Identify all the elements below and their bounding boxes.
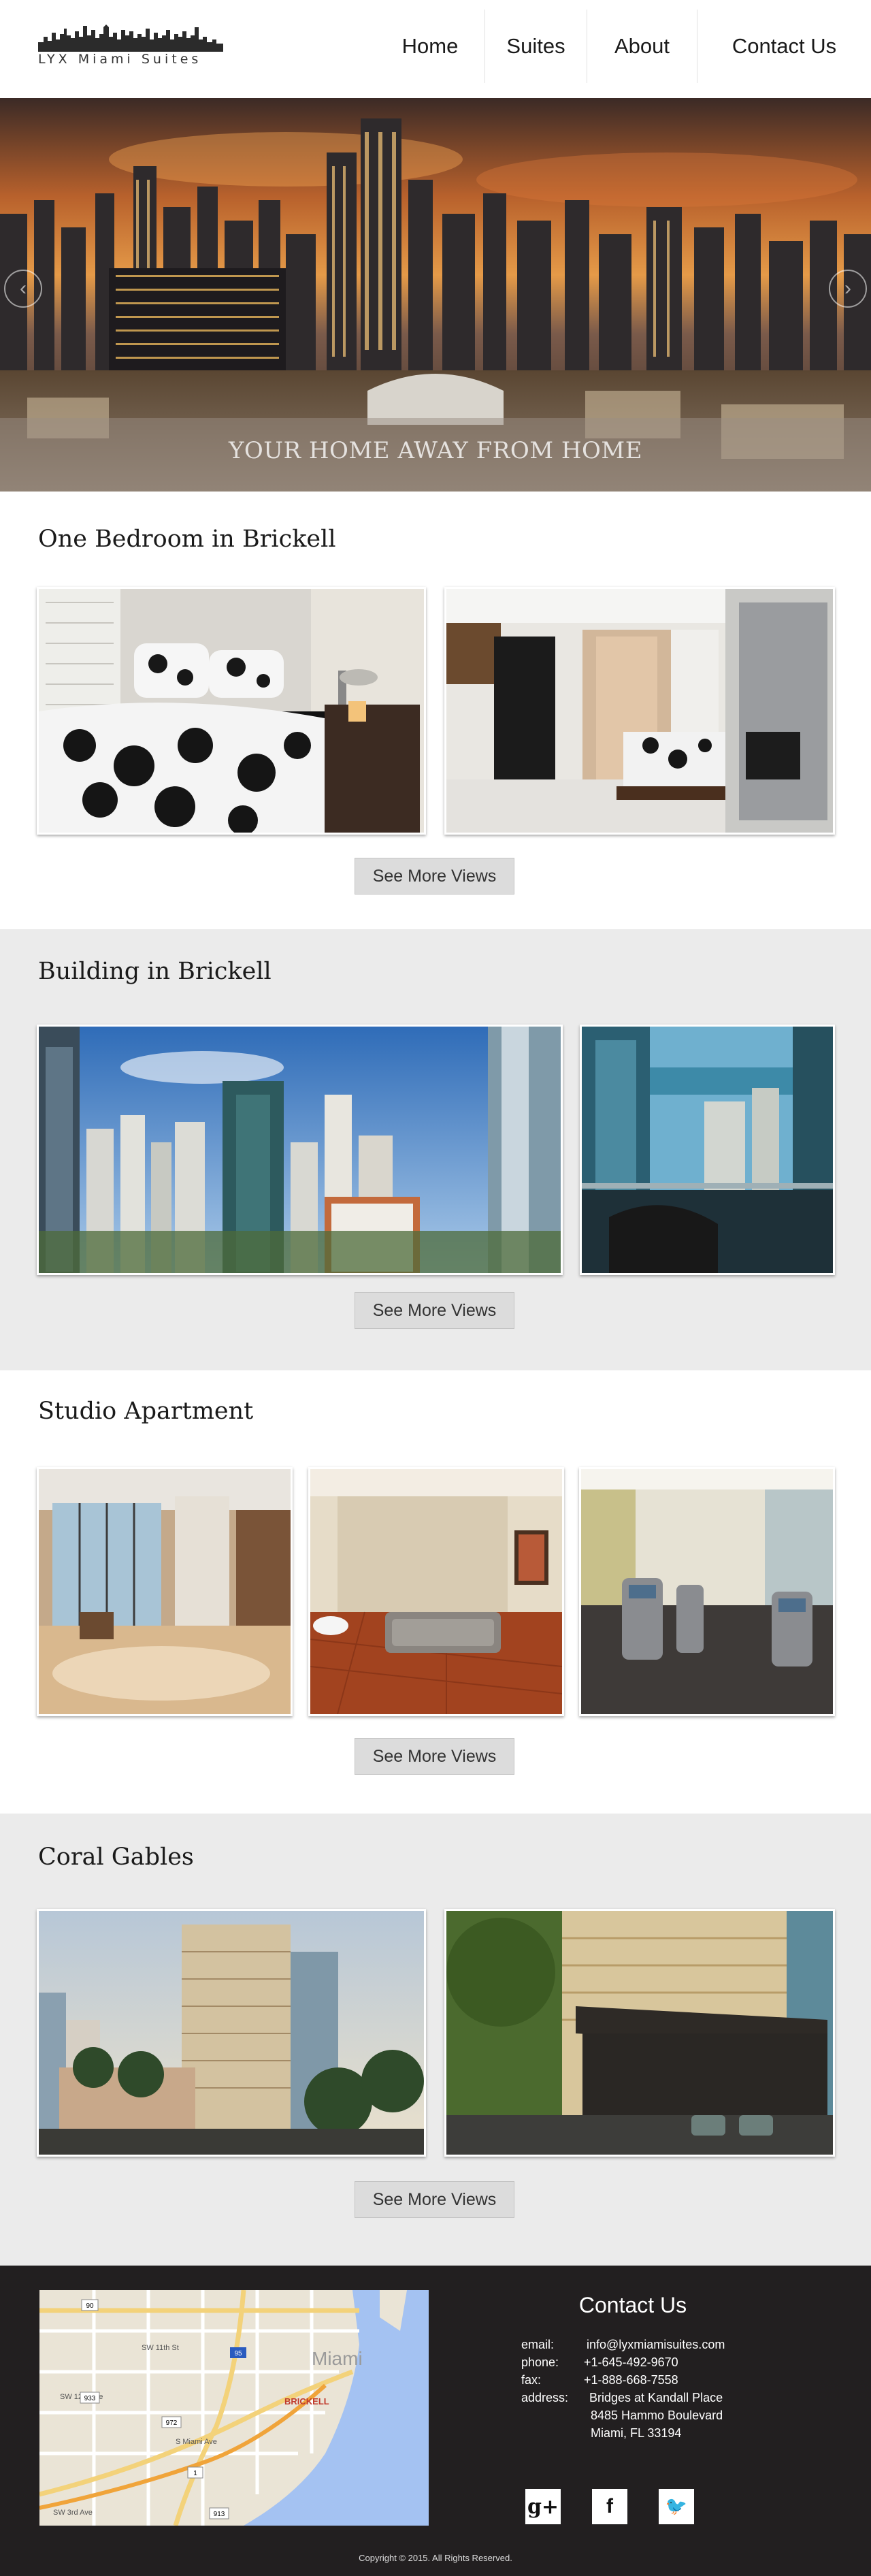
logo-text: LYX Miami Suites <box>38 52 202 67</box>
see-more-views-button[interactable]: See More Views <box>355 1738 514 1775</box>
hero-caption: YOUR HOME AWAY FROM HOME <box>228 437 643 464</box>
address-line: Miami, FL 33194 <box>591 2426 682 2440</box>
main-nav: Home Suites About Contact Us <box>376 10 871 83</box>
site-header: LYX Miami Suites Home Suites About Conta… <box>0 0 871 98</box>
courtyard-image <box>446 1911 833 2155</box>
address-line: 8485 Hammo Boulevard <box>591 2409 723 2422</box>
studio-lounge-photo[interactable] <box>308 1467 564 1716</box>
skyline-logo-icon <box>38 25 223 52</box>
copyright-text: Copyright © 2015. All Rights Reserved. <box>359 2553 512 2563</box>
section-coral-gables: Coral Gables See More Views <box>0 1814 871 2266</box>
section-title: Studio Apartment <box>38 1398 254 1425</box>
nav-contact-us[interactable]: Contact Us <box>697 10 871 83</box>
gym-image <box>581 1469 833 1714</box>
route-shield: 972 <box>166 2419 178 2427</box>
see-more-views-button[interactable]: See More Views <box>355 1292 514 1329</box>
address-line: Bridges at Kandall Place <box>589 2391 723 2404</box>
map-city-label: Miami <box>312 2348 363 2369</box>
courtyard-photo[interactable] <box>444 1909 835 2157</box>
fax-value: +1-888-668-7558 <box>584 2373 678 2387</box>
section-studio: Studio Apartment See More Views <box>0 1370 871 1814</box>
see-more-views-button[interactable]: See More Views <box>355 858 514 895</box>
lobby-photo[interactable] <box>37 1467 293 1716</box>
see-more-views-button[interactable]: See More Views <box>355 2181 514 2218</box>
site-footer: Miami BRICKELL SW 11th St SW 3rd Ave S M… <box>0 2266 871 2576</box>
map-district-label: BRICKELL <box>284 2396 329 2406</box>
section-title: Building in Brickell <box>38 958 272 985</box>
tower-photo[interactable] <box>37 1909 426 2157</box>
route-shield: 90 <box>86 2302 94 2310</box>
living-room-image <box>446 589 833 833</box>
logo[interactable]: LYX Miami Suites <box>38 22 223 71</box>
route-shield: 95 <box>234 2350 242 2357</box>
gym-photo[interactable] <box>579 1467 835 1716</box>
building-view-photo[interactable] <box>37 1025 563 1275</box>
bedroom-photo[interactable] <box>37 587 426 835</box>
route-shield: 1 <box>193 2470 197 2477</box>
living-room-photo[interactable] <box>444 587 835 835</box>
chevron-left-icon: ‹ <box>20 277 27 300</box>
map-street-label: SW 11th St <box>142 2344 179 2352</box>
nav-home[interactable]: Home <box>376 10 484 83</box>
slider-prev-button[interactable]: ‹ <box>4 270 42 308</box>
balcony-view-image <box>582 1027 833 1273</box>
chevron-right-icon: › <box>844 277 851 300</box>
tower-image <box>39 1911 424 2155</box>
route-shield: 913 <box>214 2511 225 2518</box>
route-shield: 933 <box>84 2395 96 2402</box>
contact-title: Contact Us <box>578 2293 687 2317</box>
facebook-button[interactable]: f <box>592 2489 627 2524</box>
location-map[interactable]: Miami BRICKELL SW 11th St SW 3rd Ave S M… <box>39 2290 429 2526</box>
address-label: address: <box>521 2391 569 2404</box>
map-image: Miami BRICKELL SW 11th St SW 3rd Ave S M… <box>39 2290 429 2526</box>
bedroom-image <box>39 589 424 833</box>
map-street-label: SW 3rd Ave <box>53 2509 93 2517</box>
phone-value[interactable]: +1-645-492-9670 <box>584 2355 678 2370</box>
hero-cityscape-image <box>0 98 871 492</box>
twitter-icon: 🐦 <box>665 2496 688 2517</box>
phone-label: phone: <box>521 2355 559 2369</box>
nav-about[interactable]: About <box>587 10 697 83</box>
hero-slider: ‹ › YOUR HOME AWAY FROM HOME <box>0 98 871 492</box>
google-plus-button[interactable]: g+ <box>525 2489 561 2524</box>
fax-label: fax: <box>521 2373 542 2387</box>
studio-lounge-image <box>310 1469 562 1714</box>
facebook-icon: f <box>606 2495 613 2517</box>
slider-next-button[interactable]: › <box>829 270 867 308</box>
section-title: Coral Gables <box>38 1844 194 1871</box>
building-view-image <box>39 1027 561 1273</box>
email-link[interactable]: info@lyxmiamisuites.com <box>587 2338 725 2352</box>
balcony-view-photo[interactable] <box>580 1025 835 1275</box>
section-one-bedroom: One Bedroom in Brickell See More Views <box>0 492 871 929</box>
email-label: email: <box>521 2338 555 2351</box>
map-street-label: S Miami Ave <box>176 2438 217 2446</box>
section-title: One Bedroom in Brickell <box>38 526 336 553</box>
lobby-image <box>39 1469 291 1714</box>
twitter-button[interactable]: 🐦 <box>659 2489 694 2524</box>
section-building: Building in Brickell See More Views <box>0 929 871 1370</box>
nav-suites[interactable]: Suites <box>484 10 587 83</box>
google-plus-icon: g+ <box>527 2494 559 2519</box>
